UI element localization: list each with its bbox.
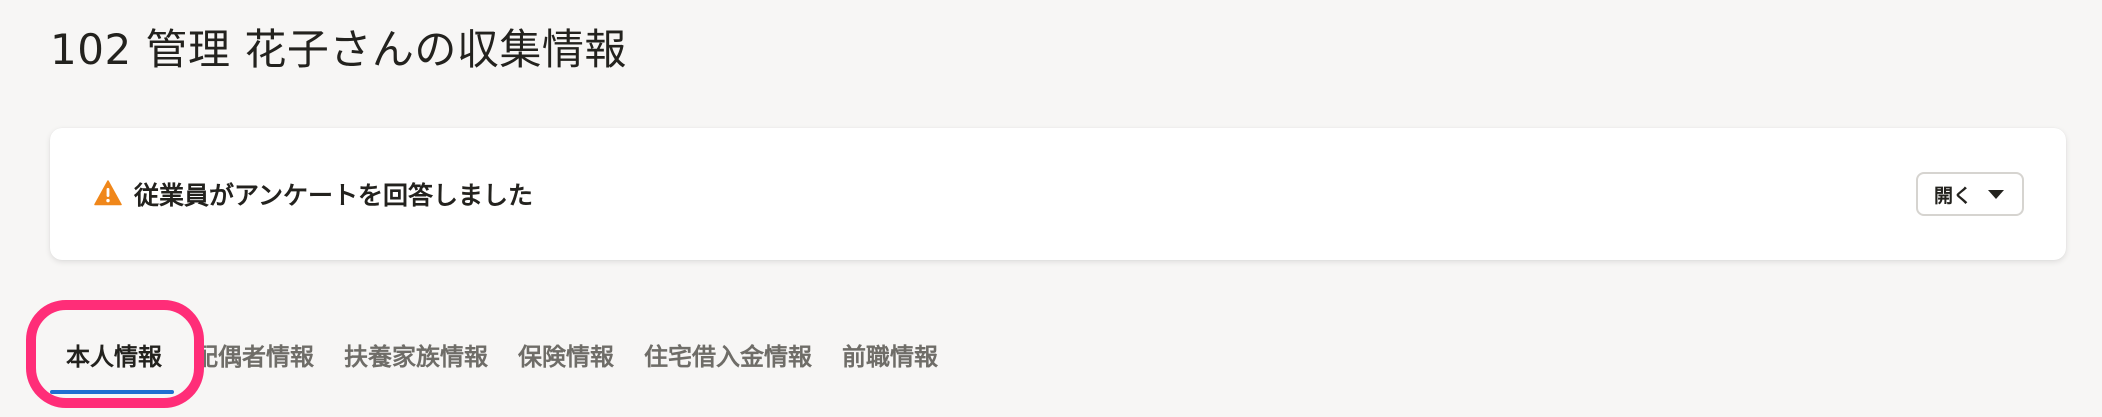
- survey-notice-card: 従業員がアンケートを回答しました 開く: [50, 128, 2066, 260]
- tab-insurance-info[interactable]: 保険情報: [518, 328, 614, 394]
- page-title: 102 管理 花子さんの収集情報: [50, 25, 627, 74]
- info-tabs: 本人情報 配偶者情報 扶養家族情報 保険情報 住宅借入金情報 前職情報: [50, 328, 968, 394]
- open-dropdown-button[interactable]: 開く: [1916, 172, 2024, 216]
- tab-housing-loan-info[interactable]: 住宅借入金情報: [644, 328, 812, 394]
- caret-down-icon: [1988, 190, 2004, 199]
- tab-dependents-info[interactable]: 扶養家族情報: [344, 328, 488, 394]
- tab-personal-info[interactable]: 本人情報: [50, 328, 174, 394]
- tab-previous-job-info[interactable]: 前職情報: [842, 328, 938, 394]
- tab-spouse-info[interactable]: 配偶者情報: [194, 328, 314, 394]
- open-button-label: 開く: [1934, 184, 1973, 207]
- warning-icon: [94, 180, 122, 206]
- page: 102 管理 花子さんの収集情報 従業員がアンケートを回答しました 開く 本人情…: [0, 0, 2102, 417]
- notice-message: 従業員がアンケートを回答しました: [134, 181, 534, 210]
